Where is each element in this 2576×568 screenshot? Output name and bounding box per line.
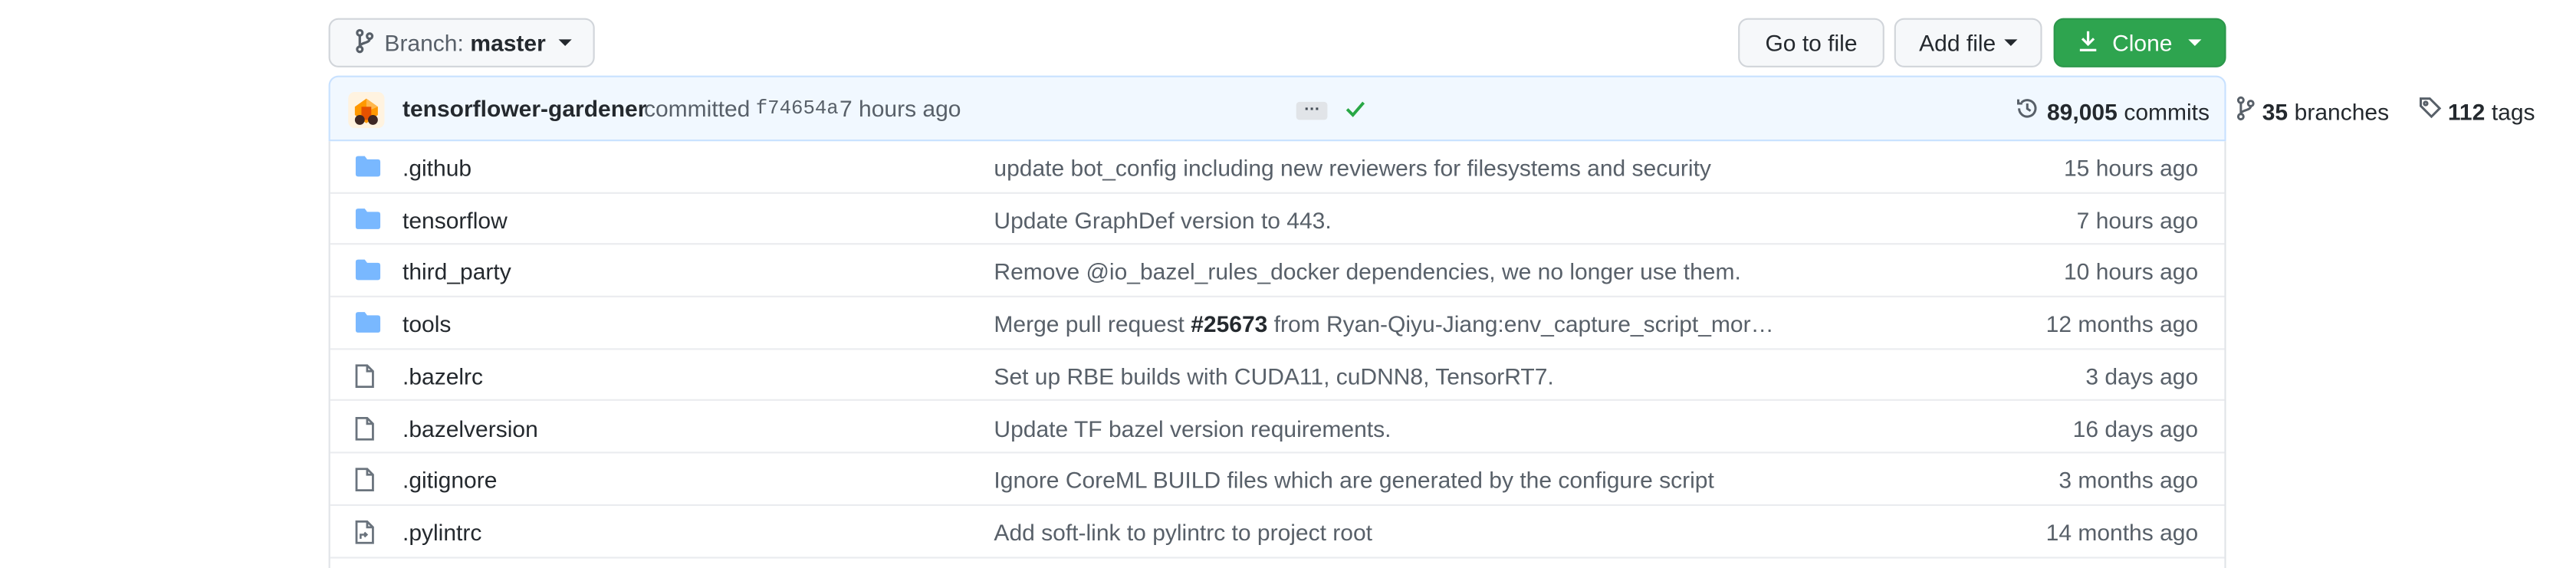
file-list: .github update bot_config including new … [328, 141, 2226, 568]
download-icon [2078, 29, 2098, 57]
branches-label: branches [2294, 97, 2390, 124]
add-file-button[interactable]: Add file [1894, 18, 2042, 67]
file-icon [355, 467, 375, 498]
file-icon [355, 363, 375, 394]
folder-icon [355, 258, 381, 286]
file-name[interactable]: tools [402, 310, 451, 337]
latest-commit-bar: tensorflower-gardener committed f74654a … [328, 75, 2535, 142]
file-commit-time: 3 days ago [2085, 363, 2199, 389]
file-name[interactable]: tensorflow [402, 206, 508, 232]
file-commit-time: 7 hours ago [2076, 206, 2199, 233]
check-icon[interactable] [1344, 97, 1367, 124]
branch-icon [2236, 95, 2256, 126]
file-commit-time: 12 months ago [2045, 310, 2199, 337]
folder-icon [355, 310, 381, 338]
file-row: .bazelrc Set up RBE builds with CUDA11, … [330, 350, 2225, 402]
commits-count-link[interactable]: 89,005 commits [2014, 95, 2210, 126]
commit-time: 7 hours ago [840, 95, 961, 122]
file-commit-time: 14 months ago [2045, 518, 2199, 546]
history-icon [2014, 95, 2040, 126]
file-commit-message[interactable]: Set up RBE builds with CUDA11, cuDNN8, T… [994, 363, 1553, 389]
repo-file-browser: Branch: master Go to file Add file Clone… [0, 0, 2576, 568]
add-file-label: Add file [1919, 29, 1996, 56]
file-row: .github update bot_config including new … [330, 141, 2225, 194]
symlink-file-icon [355, 519, 375, 550]
file-commit-message[interactable]: Remove @io_bazel_rules_docker dependenci… [994, 258, 1740, 284]
tag-icon [2418, 95, 2442, 126]
file-name[interactable]: .github [402, 154, 472, 180]
go-to-file-button[interactable]: Go to file [1738, 18, 1884, 67]
file-commit-message[interactable]: Update GraphDef version to 443. [994, 206, 1331, 232]
pull-request-link[interactable]: #25673 [1191, 310, 1267, 337]
clone-label: Clone [2112, 29, 2173, 56]
commit-action: committed [644, 95, 751, 122]
branch-select-button[interactable]: Branch: master [328, 18, 595, 67]
file-row: tools Merge pull request #25673 from Rya… [330, 297, 2225, 350]
file-name[interactable]: third_party [402, 258, 511, 284]
branches-count: 35 [2262, 97, 2288, 124]
file-row: .gitignore Ignore CoreML BUILD files whi… [330, 454, 2225, 506]
message-text: from Ryan-Qiyu-Jiang:env_capture_script_… [1267, 310, 1774, 337]
chevron-down-icon [558, 39, 573, 46]
chevron-down-icon [2188, 39, 2203, 46]
branch-icon [355, 27, 375, 58]
chevron-down-icon [2003, 39, 2018, 46]
folder-icon [355, 154, 381, 182]
message-text: Merge pull request [994, 310, 1191, 337]
avatar[interactable] [348, 92, 385, 129]
commits-count: 89,005 [2047, 97, 2118, 124]
commits-label: commits [2124, 97, 2210, 124]
file-name[interactable]: .bazelversion [402, 415, 538, 441]
file-commit-message[interactable]: Ignore CoreML BUILD files which are gene… [994, 467, 1714, 493]
file-commit-time: 15 hours ago [2063, 154, 2199, 181]
file-commit-message[interactable]: update bot_config including new reviewer… [994, 154, 1710, 180]
file-commit-time: 16 days ago [2072, 415, 2199, 442]
file-commit-message[interactable]: Merge pull request #25673 from Ryan-Qiyu… [994, 310, 1773, 337]
file-icon [355, 415, 375, 446]
branch-name: master [470, 29, 546, 56]
file-row: third_party Remove @io_bazel_rules_docke… [330, 245, 2225, 298]
file-row: tensorflow Update GraphDef version to 44… [330, 193, 2225, 246]
expand-message-button[interactable]: … [1296, 97, 1328, 120]
file-row: .pylintrc Add soft-link to pylintrc to p… [330, 506, 2225, 558]
file-commit-message[interactable]: Add soft-link to pylintrc to project roo… [994, 519, 1372, 545]
commit-author[interactable]: tensorflower-gardener [402, 95, 646, 121]
file-name[interactable]: .bazelrc [402, 363, 483, 389]
tags-label: tags [2491, 97, 2535, 124]
file-name[interactable]: .gitignore [402, 467, 497, 493]
clone-button[interactable]: Clone [2053, 18, 2226, 67]
file-row: .bazelversion Update TF bazel version re… [330, 402, 2225, 454]
commit-sha[interactable]: f74654a [756, 97, 839, 120]
tags-count: 112 [2447, 97, 2486, 124]
branches-count-link[interactable]: 35 branches [2236, 95, 2389, 126]
tags-count-link[interactable]: 112 tags [2418, 95, 2535, 126]
folder-icon [355, 206, 381, 234]
file-commit-message[interactable]: Update TF bazel version requirements. [994, 415, 1391, 441]
file-commit-time: 10 hours ago [2063, 258, 2199, 285]
file-name[interactable]: .pylintrc [402, 519, 481, 545]
file-commit-time: 3 months ago [2058, 466, 2199, 494]
branch-label: Branch: [384, 29, 464, 56]
